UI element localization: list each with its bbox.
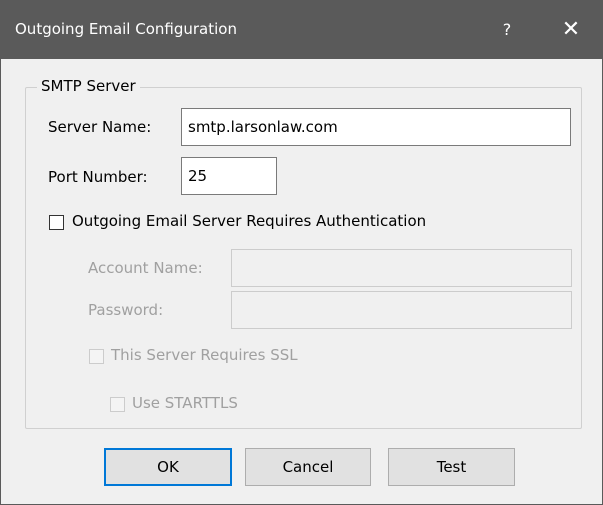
- outgoing-email-dialog: Outgoing Email Configuration ? ✕ SMTP Se…: [0, 0, 603, 505]
- test-button[interactable]: Test: [388, 448, 515, 486]
- starttls-checkbox-label: Use STARTTLS: [132, 394, 238, 412]
- starttls-checkbox[interactable]: [110, 397, 125, 412]
- ssl-checkbox[interactable]: [89, 349, 104, 364]
- close-icon[interactable]: ✕: [551, 13, 591, 47]
- help-button[interactable]: ?: [487, 13, 527, 47]
- auth-checkbox-label: Outgoing Email Server Requires Authentic…: [72, 212, 427, 230]
- cancel-button[interactable]: Cancel: [245, 448, 371, 486]
- port-number-label: Port Number:: [48, 168, 148, 186]
- ok-button[interactable]: OK: [104, 448, 232, 486]
- server-name-input[interactable]: smtp.larsonlaw.com: [181, 108, 571, 146]
- smtp-server-group-title: SMTP Server: [37, 77, 140, 95]
- window-title: Outgoing Email Configuration: [15, 20, 237, 38]
- server-name-label: Server Name:: [48, 118, 152, 136]
- account-name-label: Account Name:: [88, 259, 203, 277]
- title-bar: Outgoing Email Configuration ? ✕: [1, 1, 602, 59]
- password-label: Password:: [88, 301, 164, 319]
- password-input[interactable]: [231, 291, 572, 329]
- port-number-input[interactable]: 25: [181, 157, 277, 195]
- ssl-checkbox-label: This Server Requires SSL: [111, 346, 298, 364]
- auth-checkbox[interactable]: [49, 215, 64, 230]
- account-name-input[interactable]: [231, 249, 572, 287]
